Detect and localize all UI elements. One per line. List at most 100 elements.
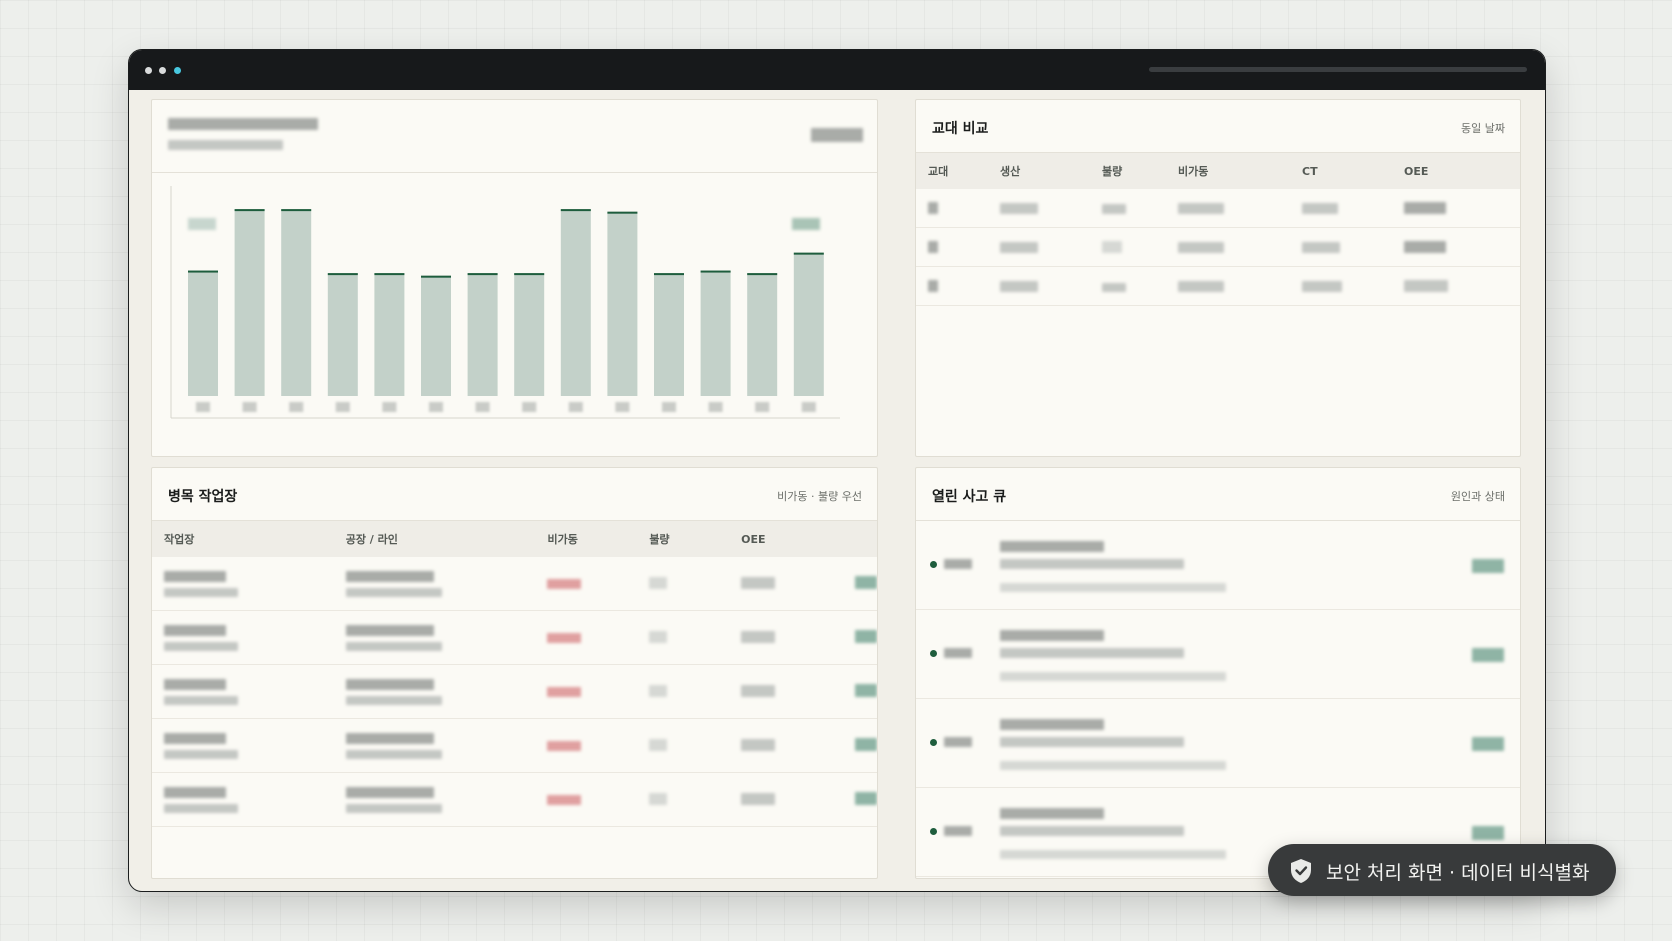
redacted-status-chip[interactable]: [855, 576, 877, 589]
bar-chart-svg: [170, 186, 840, 419]
redacted-x-tick-label: [289, 402, 304, 412]
redacted-cell: [345, 570, 434, 582]
redacted-cell: [1302, 280, 1342, 292]
chart-bar[interactable]: [514, 273, 545, 396]
window-control-dot[interactable]: [159, 67, 166, 74]
col-shift[interactable]: 교대: [916, 153, 988, 189]
table-row[interactable]: [916, 227, 1520, 267]
window-titlebar: [129, 50, 1545, 90]
redacted-status-chip[interactable]: [855, 684, 877, 697]
table-row[interactable]: [916, 189, 1520, 228]
redacted-cell: [1404, 279, 1448, 292]
redacted-cell: [1000, 202, 1038, 214]
col-oee[interactable]: OEE: [1392, 153, 1520, 189]
chart-bar[interactable]: [654, 273, 684, 396]
address-bar[interactable]: [1149, 67, 1527, 72]
redacted-cell: [345, 641, 442, 651]
chart-bar-cap: [747, 273, 778, 276]
redacted-x-tick-label: [615, 402, 630, 412]
redacted-incident-status[interactable]: [1472, 737, 1504, 751]
incident-list-item[interactable]: [916, 610, 1520, 699]
col-downtime[interactable]: 비가동: [1166, 153, 1278, 189]
incident-list-item[interactable]: [916, 699, 1520, 788]
redacted-cell: [1302, 202, 1338, 214]
shift-panel-subtitle[interactable]: 동일 날짜: [1461, 120, 1505, 136]
chart-bar-cap: [560, 209, 591, 212]
chart-bar[interactable]: [700, 270, 731, 396]
chart-bar[interactable]: [560, 209, 591, 396]
chart-bar[interactable]: [467, 273, 498, 396]
incident-panel-subtitle[interactable]: 원인과 상태: [1451, 488, 1505, 504]
shift-table: 교대 생산 불량 비가동 CT OEE: [916, 153, 1520, 306]
redacted-incident-status[interactable]: [1472, 826, 1504, 840]
redacted-cell: [345, 786, 434, 798]
chart-bar[interactable]: [374, 273, 405, 396]
incident-list: [916, 521, 1520, 877]
window-control-dot[interactable]: [174, 67, 181, 74]
production-chart-panel: [151, 99, 878, 457]
redacted-incident-id: [944, 826, 972, 836]
chart-bar[interactable]: [234, 209, 265, 396]
chart-bar[interactable]: [421, 275, 451, 396]
redacted-status-chip[interactable]: [855, 738, 877, 751]
redacted-cell: [649, 577, 668, 589]
redacted-incident-detail: [1000, 826, 1184, 836]
status-dot-icon: [930, 650, 937, 657]
chart-bar[interactable]: [607, 211, 638, 396]
shield-check-icon: [1291, 859, 1311, 883]
redacted-incident-meta: [1000, 672, 1226, 681]
chart-bar[interactable]: [188, 270, 218, 396]
redacted-legend-left: [188, 218, 216, 230]
window-control-dot[interactable]: [145, 67, 152, 74]
col-ct[interactable]: CT: [1278, 153, 1392, 189]
chart-bar-cap: [654, 273, 684, 276]
shift-table-header: 교대 생산 불량 비가동 CT OEE: [916, 153, 1520, 189]
chart-bar[interactable]: [327, 273, 358, 396]
redacted-cell: [164, 749, 238, 759]
redacted-status-chip[interactable]: [855, 792, 877, 805]
redacted-cell: [649, 793, 668, 805]
redacted-incident-id: [944, 559, 972, 569]
workcenter-panel-subtitle[interactable]: 비가동 · 불량 우선: [777, 488, 862, 504]
table-row[interactable]: [152, 664, 877, 719]
table-row[interactable]: [152, 610, 877, 665]
redacted-cell: [164, 678, 226, 690]
redacted-cell: [345, 678, 434, 690]
redacted-x-tick-label: [242, 402, 257, 412]
redacted-incident-title: [1000, 719, 1104, 730]
redacted-cell: [164, 624, 226, 636]
redacted-cell: [547, 741, 582, 751]
table-row[interactable]: [152, 557, 877, 611]
redacted-cell: [741, 577, 776, 589]
incident-panel-title: 열린 사고 큐: [932, 489, 1007, 505]
workcenter-table: 작업장 공장 / 라인 비가동 불량 OEE: [152, 521, 877, 827]
table-row[interactable]: [916, 266, 1520, 306]
chart-bar[interactable]: [747, 273, 778, 396]
col-oee[interactable]: OEE: [729, 521, 831, 557]
chart-bar-cap: [374, 273, 405, 276]
redacted-cell: [741, 739, 776, 751]
workcenter-panel-title: 병목 작업장: [168, 489, 238, 505]
redacted-incident-status[interactable]: [1472, 648, 1504, 662]
redacted-chart-kpi: [811, 128, 863, 142]
col-plant-line[interactable]: 공장 / 라인: [333, 521, 536, 557]
redacted-cell: [345, 732, 434, 744]
chart-bar[interactable]: [793, 252, 824, 396]
redacted-incident-status[interactable]: [1472, 559, 1504, 573]
col-defect[interactable]: 불량: [637, 521, 730, 557]
redacted-cell: [345, 749, 442, 759]
table-row[interactable]: [152, 772, 877, 827]
col-downtime[interactable]: 비가동: [535, 521, 638, 557]
table-row[interactable]: [152, 718, 877, 773]
shift-panel-header: 교대 비교 동일 날짜: [916, 100, 1520, 153]
redacted-incident-id: [944, 737, 972, 747]
redacted-cell: [928, 201, 938, 214]
incident-list-item[interactable]: [916, 521, 1520, 610]
col-defect[interactable]: 불량: [1090, 153, 1166, 189]
col-workcenter[interactable]: 작업장: [152, 521, 334, 557]
chart-bar-cap: [700, 270, 731, 273]
redacted-status-chip[interactable]: [855, 630, 877, 643]
chart-bar[interactable]: [281, 209, 312, 396]
chart-bar-cap: [421, 275, 451, 278]
col-production[interactable]: 생산: [988, 153, 1090, 189]
